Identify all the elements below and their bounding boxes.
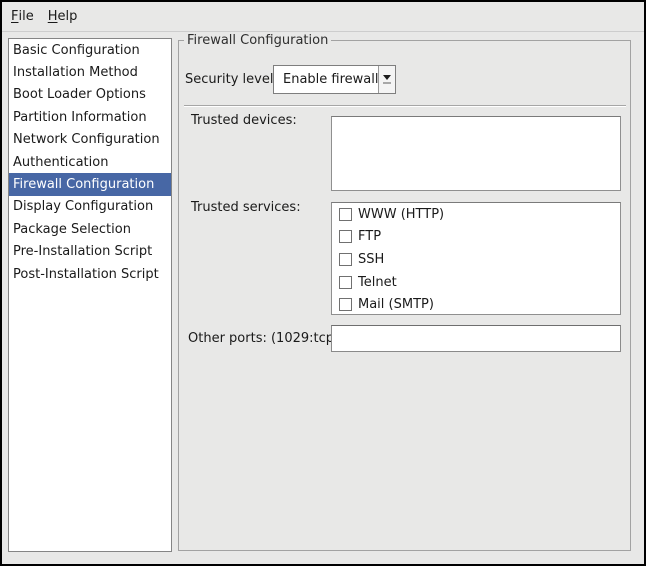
other-ports-input[interactable]	[331, 325, 621, 352]
sidebar-item-authentication[interactable]: Authentication	[9, 151, 171, 173]
sidebar-item-installation-method[interactable]: Installation Method	[9, 61, 171, 83]
config-section-list[interactable]: Basic ConfigurationInstallation MethodBo…	[8, 38, 172, 552]
security-level-label: Security level:	[185, 72, 278, 87]
chevron-underline	[383, 82, 391, 84]
service-row[interactable]: SSH	[332, 248, 620, 271]
service-row[interactable]: WWW (HTTP)	[332, 203, 620, 226]
service-label: Mail (SMTP)	[358, 297, 434, 312]
sidebar-item-package-selection[interactable]: Package Selection	[9, 218, 171, 240]
trusted-services-list[interactable]: WWW (HTTP) FTP SSH Telnet Mail (SMTP)	[331, 202, 621, 315]
service-row[interactable]: Telnet	[332, 271, 620, 294]
sidebar-item-basic-configuration[interactable]: Basic Configuration	[9, 39, 171, 61]
trusted-services-label: Trusted services:	[191, 200, 301, 215]
trusted-devices-list[interactable]	[331, 116, 621, 191]
service-label: FTP	[358, 229, 381, 244]
menu-item-help[interactable]: Help	[41, 2, 85, 31]
sidebar-item-display-configuration[interactable]: Display Configuration	[9, 196, 171, 218]
trusted-devices-label: Trusted devices:	[191, 113, 297, 128]
checkbox-icon[interactable]	[339, 253, 352, 266]
dropdown-button[interactable]	[378, 66, 395, 93]
sidebar-item-pre-installation-script[interactable]: Pre-Installation Script	[9, 241, 171, 263]
chevron-down-icon	[383, 75, 391, 80]
sidebar-item-network-configuration[interactable]: Network Configuration	[9, 129, 171, 151]
service-row[interactable]: Mail (SMTP)	[332, 293, 620, 315]
service-label: WWW (HTTP)	[358, 207, 444, 222]
sidebar-item-post-installation-script[interactable]: Post-Installation Script	[9, 263, 171, 285]
security-level-dropdown[interactable]: Enable firewall	[273, 65, 396, 94]
app-window: FileHelp Basic ConfigurationInstallation…	[0, 0, 646, 566]
menu-item-file[interactable]: File	[4, 2, 41, 31]
service-label: SSH	[358, 252, 384, 267]
firewall-configuration-frame: Firewall Configuration Security level: E…	[178, 33, 631, 551]
sidebar-item-firewall-configuration[interactable]: Firewall Configuration	[9, 173, 171, 195]
frame-title: Firewall Configuration	[184, 33, 331, 48]
checkbox-icon[interactable]	[339, 276, 352, 289]
service-row[interactable]: FTP	[332, 226, 620, 249]
security-level-value: Enable firewall	[274, 66, 378, 93]
sidebar-item-boot-loader-options[interactable]: Boot Loader Options	[9, 84, 171, 106]
checkbox-icon[interactable]	[339, 230, 352, 243]
checkbox-icon[interactable]	[339, 298, 352, 311]
other-ports-label: Other ports: (1029:tcp)	[188, 331, 339, 346]
separator	[184, 105, 626, 107]
checkbox-icon[interactable]	[339, 208, 352, 221]
service-label: Telnet	[358, 275, 397, 290]
sidebar-item-partition-information[interactable]: Partition Information	[9, 106, 171, 128]
menubar: FileHelp	[2, 2, 644, 32]
